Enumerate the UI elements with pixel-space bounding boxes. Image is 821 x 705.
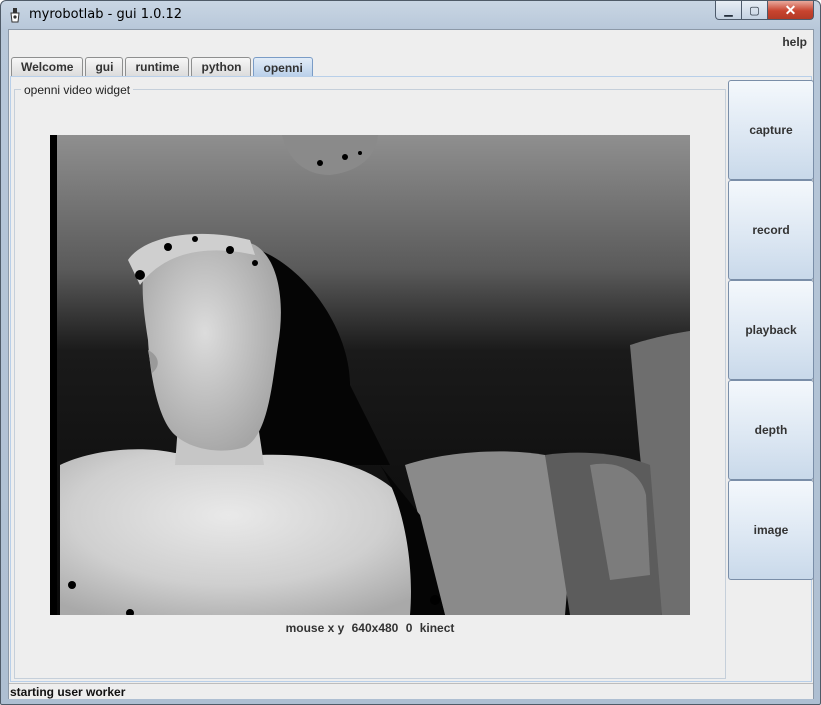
window-controls: ▁ ▢ ✕ [715,1,814,21]
mouse-status: mouse x y 640x480 0 kinect [15,621,725,635]
video-widget-title: openni video widget [21,83,134,97]
menu-bar: help [9,30,813,52]
mouse-coords-label: mouse x y [285,621,345,635]
tab-welcome[interactable]: Welcome [11,57,84,76]
minimize-button[interactable]: ▁ [715,1,742,20]
help-menu[interactable]: help [782,35,807,49]
image-button[interactable]: image [728,480,814,580]
title-bar[interactable]: myrobotlab - gui 1.0.12 ▁ ▢ ✕ [1,1,820,28]
window-title: myrobotlab - gui 1.0.12 [29,7,183,22]
status-message: starting user worker [10,685,126,699]
openni-tab-panel: openni video widget mouse x y 640x480 0 … [10,76,814,682]
playback-button[interactable]: playback [728,280,814,380]
depth-button[interactable]: depth [728,380,814,480]
tab-openni[interactable]: openni [253,57,313,77]
frame-count: 0 [405,621,413,635]
tab-runtime[interactable]: runtime [125,57,190,76]
depth-video-display[interactable] [50,135,690,615]
record-button[interactable]: record [728,180,814,280]
close-button[interactable]: ✕ [768,1,814,20]
tab-python[interactable]: python [191,57,252,76]
java-app-icon [10,8,20,23]
resolution-label: 640x480 [351,621,399,635]
application-window: myrobotlab - gui 1.0.12 ▁ ▢ ✕ help Welco… [0,0,821,705]
depth-image [50,135,690,615]
tab-strip: Welcome gui runtime python openni [11,57,315,77]
maximize-button[interactable]: ▢ [742,1,768,20]
client-area: help Welcome gui runtime python openni o… [8,29,814,699]
source-label: kinect [419,621,455,635]
video-widget-group: openni video widget mouse x y 640x480 0 … [14,83,726,679]
status-bar: starting user worker [9,683,813,699]
tab-gui[interactable]: gui [85,57,124,76]
openni-control-buttons: capture record playback depth image [728,80,814,580]
capture-button[interactable]: capture [728,80,814,180]
